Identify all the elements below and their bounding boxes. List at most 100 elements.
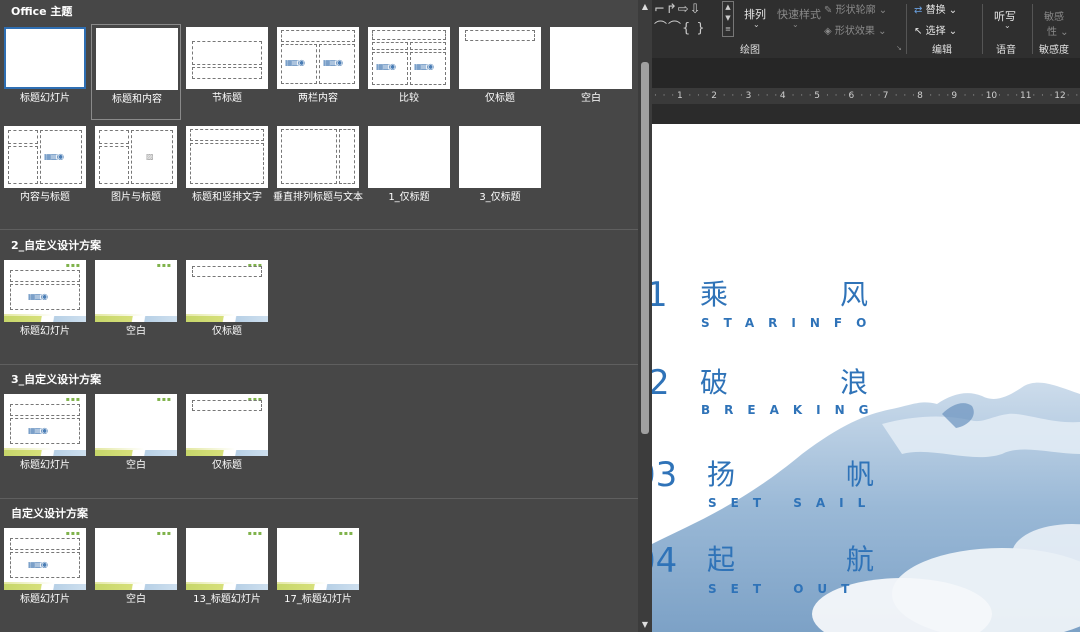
layout-custom-13-title-slide[interactable]: ▪▪▪ 13_标题幻灯片: [182, 525, 272, 621]
layout-thumbnail: ▪▪▪: [95, 528, 177, 590]
layout-caption: 3_仅标题: [479, 192, 521, 203]
ruler-dot: ·: [791, 91, 795, 101]
content-placeholder-icons: ▦▥◉: [323, 58, 343, 67]
layout-thumbnail: [550, 27, 632, 89]
ruler-dot: ·: [937, 91, 941, 101]
layout-thumbnail: ▦▥◉ ▦▥◉: [277, 27, 359, 89]
layout-caption: 标题幻灯片: [20, 326, 70, 337]
content-placeholder-icons: ▦▥◉: [44, 152, 64, 161]
shapes-gallery-more-button[interactable]: ▲ ▼ ≡: [722, 1, 734, 37]
ruler-dot: ·: [1066, 91, 1070, 101]
ruler-dot: ·: [1075, 91, 1079, 101]
ruler-tick-label: 7: [881, 88, 890, 104]
menu-item-subtitle: BREAKING: [701, 403, 883, 417]
layout-custom3-title-only[interactable]: ▪▪▪ 仅标题: [182, 391, 272, 487]
section-title-office: Office 主题: [11, 5, 73, 18]
layout-custom3-blank[interactable]: ▪▪▪ 空白: [91, 391, 181, 487]
ruler-dot: ·: [843, 91, 847, 101]
layout-3-title-only[interactable]: 3_仅标题: [455, 123, 545, 219]
ruler-dot: ·: [765, 91, 769, 101]
shapes-gallery-row2[interactable]: ⌒⌒{ }: [654, 17, 706, 36]
pen-icon: ✎: [824, 5, 833, 16]
layout-caption: 比较: [399, 93, 419, 104]
layout-thumbnail: ▪▪▪: [95, 260, 177, 322]
ruler-tick-label: 5: [813, 88, 821, 104]
layout-caption: 空白: [126, 460, 146, 471]
ruler-dot: ·: [903, 91, 907, 101]
layout-thumbnail: ▪▪▪: [186, 260, 268, 322]
menu-item-subtitle: STARINFO: [701, 316, 881, 330]
layout-title-and-content[interactable]: 标题和内容: [91, 24, 181, 120]
layout-1-title-only[interactable]: 1_仅标题: [364, 123, 454, 219]
layout-thumbnail: ▪▪▪: [277, 528, 359, 590]
slide-canvas[interactable]: 1乘 风 STARINFO 2破 浪 BREAKING 03 扬 帆 SET SAIL 04 起 航 SE…: [652, 124, 1080, 632]
ruler-dot: ·: [722, 91, 726, 101]
shape-outline-button[interactable]: ✎ 形状轮廓 ⌄: [824, 1, 887, 16]
ruler-tick-label: 8: [916, 88, 924, 104]
replace-icon: ⇄: [914, 5, 923, 16]
layout-custom2-title-slide[interactable]: ▪▪▪ ▦▥◉ 标题幻灯片: [0, 257, 90, 353]
ruler-dot: ·: [1041, 91, 1044, 101]
layout-custom2-blank[interactable]: ▪▪▪ 空白: [91, 257, 181, 353]
quick-styles-chevron-icon: ⌄: [792, 20, 799, 29]
layout-custom-title-slide[interactable]: ▪▪▪ ▦▥◉ 标题幻灯片: [0, 525, 90, 621]
layout-thumbnail: ▪▪▪: [95, 394, 177, 456]
ruler-dot: ·: [912, 91, 915, 101]
shape-effects-button[interactable]: ◈ 形状效果 ⌄: [824, 22, 886, 37]
ruler-tick-label: 9: [950, 88, 959, 104]
ruler-dot: ·: [877, 91, 881, 101]
section-divider: [0, 364, 638, 365]
layout-caption: 空白: [126, 594, 146, 605]
shapes-gallery-row1[interactable]: ⌐↱⇨⇩: [654, 2, 702, 17]
ruler-dot: ·: [972, 91, 976, 101]
scroll-thumb[interactable]: [641, 62, 649, 434]
layout-two-content[interactable]: ▦▥◉ ▦▥◉ 两栏内容: [273, 24, 363, 120]
replace-button[interactable]: ⇄ 替换 ⌄: [914, 1, 957, 16]
layout-custom3-title-slide[interactable]: ▪▪▪ ▦▥◉ 标题幻灯片: [0, 391, 90, 487]
select-button[interactable]: ↖ 选择 ⌄: [914, 22, 957, 37]
layout-comparison[interactable]: ▦▥◉ ▦▥◉ 比较: [364, 24, 454, 120]
quick-styles-button[interactable]: 快速样式: [777, 6, 821, 22]
layout-thumbnail: ▪▪▪: [186, 394, 268, 456]
layout-caption: 13_标题幻灯片: [193, 594, 261, 605]
layout-title-vertical-text[interactable]: 标题和竖排文字: [182, 123, 272, 219]
layout-caption: 标题和内容: [112, 94, 162, 105]
layout-blank[interactable]: 空白: [546, 24, 636, 120]
drawing-dialog-launcher-icon[interactable]: ↘: [896, 44, 902, 52]
scroll-down-arrow-icon[interactable]: ▼: [638, 618, 652, 632]
ruler-dot: ·: [929, 91, 933, 101]
layout-thumbnail: [186, 27, 268, 89]
layout-content-with-caption[interactable]: ▦▥◉ 内容与标题: [0, 123, 90, 219]
layout-custom-blank[interactable]: ▪▪▪ 空白: [91, 525, 181, 621]
ribbon-divider: [906, 4, 907, 54]
content-placeholder-icons: ▦▥◉: [285, 58, 305, 67]
shape-effects-label: 形状效果: [834, 26, 875, 37]
layout-thumbnail: ▪▪▪ ▦▥◉: [4, 260, 86, 322]
gallery-scrollbar[interactable]: ▲ ▼: [638, 0, 652, 632]
cursor-icon: ↖: [914, 26, 923, 37]
layout-caption: 节标题: [212, 93, 242, 104]
menu-item-subtitle: SET SAIL: [708, 496, 880, 510]
sensitivity-button[interactable]: 敏感 性 ⌄: [1044, 8, 1069, 38]
dictate-chevron-icon: ⌄: [1004, 21, 1011, 30]
ruler-tick-label: 2: [710, 88, 719, 104]
layout-custom-17-title-slide[interactable]: ▪▪▪ 17_标题幻灯片: [273, 525, 363, 621]
layout-section-header[interactable]: 节标题: [182, 24, 272, 120]
ribbon: ⌐↱⇨⇩ ⌒⌒{ } ▲ ▼ ≡ 排列 ⌄ 快速样式 ⌄ ✎ 形状轮廓 ⌄ ◈ 形状…: [652, 0, 1080, 58]
ribbon-divider: [1032, 4, 1033, 54]
layout-title-slide[interactable]: 标题幻灯片: [0, 24, 90, 120]
replace-label: 替换: [925, 5, 946, 16]
layout-custom2-title-only[interactable]: ▪▪▪ 仅标题: [182, 257, 272, 353]
layout-caption: 垂直排列标题与文本: [273, 192, 363, 203]
ruler-tick-label: 10: [984, 88, 999, 104]
layout-thumbnail: ▪▪▪ ▦▥◉: [4, 528, 86, 590]
layout-picture-with-caption[interactable]: ▨ 图片与标题: [91, 123, 181, 219]
scroll-up-arrow-icon[interactable]: ▲: [638, 0, 652, 14]
menu-item-title-char: 帆: [846, 458, 875, 491]
layout-vertical-title-text[interactable]: 垂直排列标题与文本: [273, 123, 363, 219]
layout-caption: 1_仅标题: [388, 192, 430, 203]
ruler-tick-label: 1: [676, 88, 684, 104]
layout-title-only[interactable]: 仅标题: [455, 24, 545, 120]
horizontal-ruler[interactable]: ········································…: [652, 88, 1080, 104]
content-placeholder-icons: ▦▥◉: [376, 62, 396, 71]
